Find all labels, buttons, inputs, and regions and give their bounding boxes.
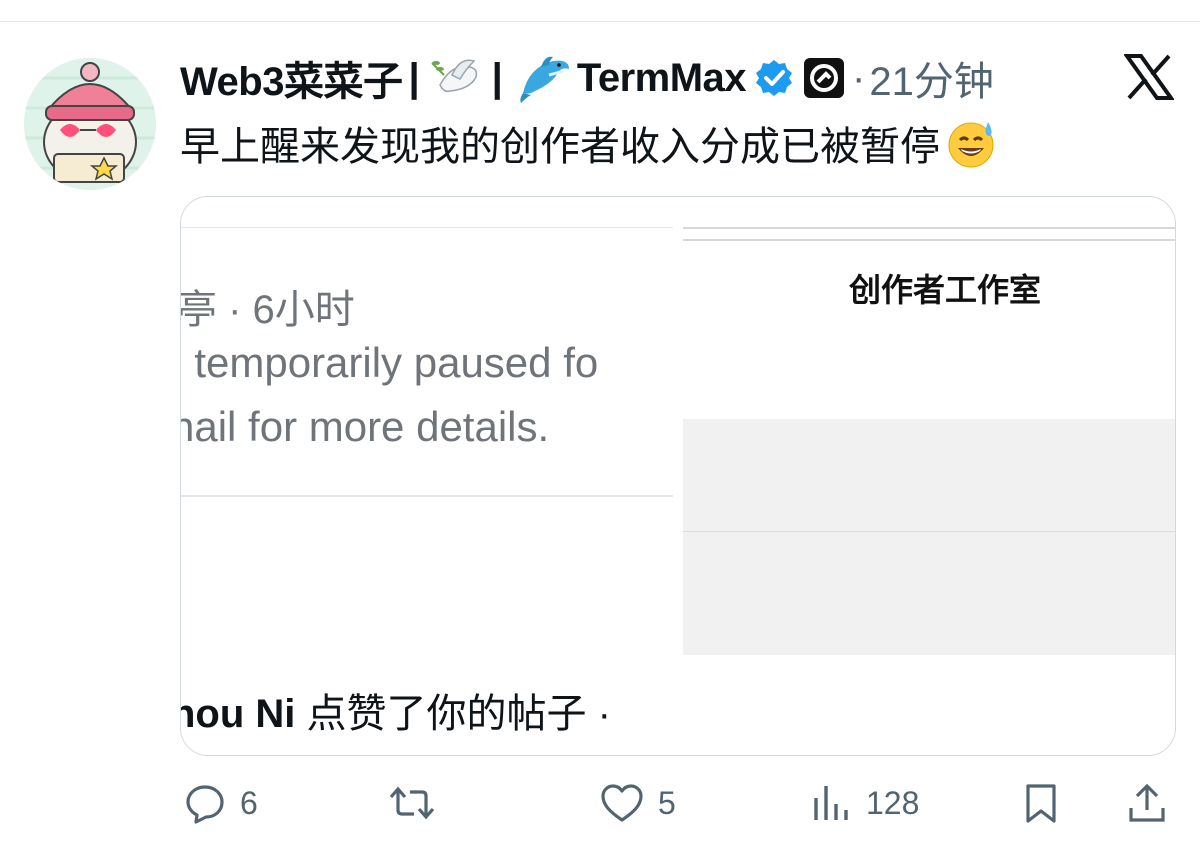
divider (181, 495, 673, 497)
top-divider (0, 21, 1200, 22)
reply-icon (186, 785, 224, 824)
retweet-icon (389, 786, 435, 820)
tweet-body: 早上醒来发现我的创作者收入分成已被暂停 (180, 125, 940, 169)
verified-badge-icon[interactable] (754, 58, 794, 98)
x-logo-icon (1124, 54, 1174, 100)
screenshot-right-pane: 创作者工作室 (683, 197, 1175, 755)
affiliate-badge-icon[interactable] (802, 56, 846, 100)
share-icon (1129, 783, 1165, 822)
avatar[interactable] (24, 58, 156, 190)
name-separator: | (408, 55, 420, 100)
bookmark-icon (1026, 784, 1056, 823)
share-button[interactable] (1126, 780, 1168, 826)
notification-meta: 亭 · 6小时 (181, 288, 355, 332)
divider (683, 227, 1175, 229)
reply-button[interactable]: 6 (184, 780, 258, 826)
dove-emoji (430, 59, 477, 93)
time-separator: · (852, 55, 866, 100)
like-button[interactable]: 5 (600, 780, 676, 826)
divider (683, 531, 1175, 532)
timestamp[interactable]: 21分钟 (869, 49, 994, 107)
divider (181, 227, 673, 228)
divider (683, 239, 1175, 241)
views-icon (814, 786, 848, 820)
avatar-illustration (24, 58, 156, 190)
screenshot-left-pane: 亭 · 6小时 ı temporarily paused fo nail for… (181, 197, 675, 755)
notification-user: nou Ni (181, 692, 296, 736)
name-separator-2: | (491, 55, 503, 100)
dolphin-emoji (520, 56, 569, 103)
sweat-smile-emoji (948, 122, 994, 168)
display-name[interactable]: Web3菜菜子 (180, 49, 403, 107)
like-icon (601, 784, 643, 822)
creator-studio-title: 创作者工作室 (848, 272, 1041, 308)
reply-count: 6 (240, 784, 258, 821)
notification-line-2: nail for more details. (181, 403, 550, 450)
notification-line-1: ı temporarily paused fo (181, 339, 599, 386)
bookmark-button[interactable] (1020, 780, 1062, 826)
placeholder-panel (683, 419, 1175, 655)
like-count: 5 (658, 784, 676, 821)
retweet-button[interactable] (388, 780, 436, 826)
tweet-header: Web3菜菜子 | | TermMax · 21分钟 (180, 49, 994, 107)
views-button[interactable]: 128 (810, 780, 919, 826)
like-notification: nou Ni 点赞了你的帖子 · (181, 681, 611, 739)
media-image[interactable]: 亭 · 6小时 ı temporarily paused fo nail for… (180, 196, 1176, 756)
tweet-text: 早上醒来发现我的创作者收入分成已被暂停 (180, 114, 998, 172)
display-name-suffix[interactable]: TermMax (577, 56, 747, 101)
view-count: 128 (866, 784, 920, 821)
notification-action: 点赞了你的帖子 · (295, 692, 611, 736)
